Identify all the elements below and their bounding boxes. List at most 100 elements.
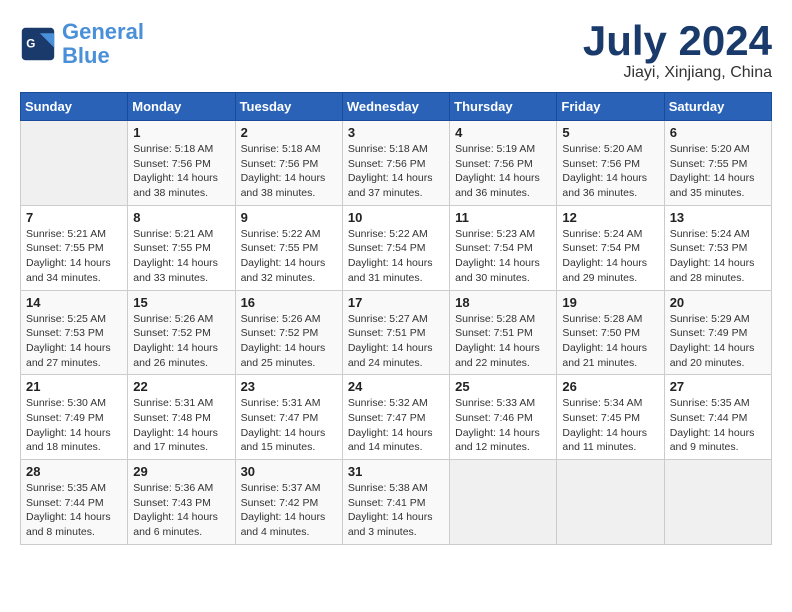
calendar-cell: 3Sunrise: 5:18 AM Sunset: 7:56 PM Daylig… <box>342 121 449 206</box>
calendar-cell: 9 Sunrise: 5:22 AM Sunset: 7:55 PM Daylig… <box>235 205 342 290</box>
day-info: Sunrise: 5:35 AM Sunset: 7:44 PM Dayligh… <box>670 396 766 455</box>
day-info: Sunrise: 5:19 AM Sunset: 7:56 PM Dayligh… <box>455 142 551 201</box>
day-number: 1 <box>133 125 229 140</box>
day-info: Sunrise: 5:24 AM Sunset: 7:54 PM Dayligh… <box>562 227 658 286</box>
logo-blue: Blue <box>62 43 110 68</box>
logo-icon: G <box>20 26 56 62</box>
day-info: Sunrise: 5:35 AM Sunset: 7:44 PM Dayligh… <box>26 481 122 540</box>
calendar-cell: 11Sunrise: 5:23 AM Sunset: 7:54 PM Dayli… <box>450 205 557 290</box>
page-header: G General Blue July 2024 Jiayi, Xinjiang… <box>20 20 772 82</box>
calendar-week-row: 21 Sunrise: 5:30 AM Sunset: 7:49 PM Dayli… <box>21 375 772 460</box>
calendar-cell <box>664 460 771 545</box>
day-number: 10 <box>348 210 444 225</box>
day-number: 17 <box>348 295 444 310</box>
calendar-cell: 14 Sunrise: 5:25 AM Sunset: 7:53 PM Dayli… <box>21 290 128 375</box>
calendar-week-row: 14 Sunrise: 5:25 AM Sunset: 7:53 PM Dayli… <box>21 290 772 375</box>
calendar-cell: 23 Sunrise: 5:31 AM Sunset: 7:47 PM Dayli… <box>235 375 342 460</box>
day-info: Sunrise: 5:28 AM Sunset: 7:51 PM Dayligh… <box>455 312 551 371</box>
day-number: 26 <box>562 379 658 394</box>
calendar-cell: 1 Sunrise: 5:18 AM Sunset: 7:56 PM Daylig… <box>128 121 235 206</box>
weekday-header: Sunday <box>21 93 128 121</box>
calendar-cell: 18 Sunrise: 5:28 AM Sunset: 7:51 PM Dayli… <box>450 290 557 375</box>
day-number: 7 <box>26 210 122 225</box>
calendar-cell: 2 Sunrise: 5:18 AM Sunset: 7:56 PM Daylig… <box>235 121 342 206</box>
day-info: Sunrise: 5:32 AM Sunset: 7:47 PM Dayligh… <box>348 396 444 455</box>
calendar-cell: 20Sunrise: 5:29 AM Sunset: 7:49 PM Dayli… <box>664 290 771 375</box>
day-info: Sunrise: 5:18 AM Sunset: 7:56 PM Dayligh… <box>241 142 337 201</box>
day-number: 19 <box>562 295 658 310</box>
calendar-cell: 29 Sunrise: 5:36 AM Sunset: 7:43 PM Dayli… <box>128 460 235 545</box>
calendar-header: SundayMondayTuesdayWednesdayThursdayFrid… <box>21 93 772 121</box>
day-info: Sunrise: 5:37 AM Sunset: 7:42 PM Dayligh… <box>241 481 337 540</box>
logo: G General Blue <box>20 20 144 68</box>
day-info: Sunrise: 5:38 AM Sunset: 7:41 PM Dayligh… <box>348 481 444 540</box>
day-info: Sunrise: 5:30 AM Sunset: 7:49 PM Dayligh… <box>26 396 122 455</box>
calendar-cell: 22 Sunrise: 5:31 AM Sunset: 7:48 PM Dayli… <box>128 375 235 460</box>
day-number: 13 <box>670 210 766 225</box>
calendar-cell: 19 Sunrise: 5:28 AM Sunset: 7:50 PM Dayli… <box>557 290 664 375</box>
weekday-header: Monday <box>128 93 235 121</box>
calendar-cell: 30 Sunrise: 5:37 AM Sunset: 7:42 PM Dayli… <box>235 460 342 545</box>
calendar-cell: 21 Sunrise: 5:30 AM Sunset: 7:49 PM Dayli… <box>21 375 128 460</box>
logo-general: General <box>62 19 144 44</box>
day-info: Sunrise: 5:29 AM Sunset: 7:49 PM Dayligh… <box>670 312 766 371</box>
day-info: Sunrise: 5:26 AM Sunset: 7:52 PM Dayligh… <box>241 312 337 371</box>
day-number: 15 <box>133 295 229 310</box>
day-info: Sunrise: 5:22 AM Sunset: 7:54 PM Dayligh… <box>348 227 444 286</box>
calendar-week-row: 1 Sunrise: 5:18 AM Sunset: 7:56 PM Daylig… <box>21 121 772 206</box>
calendar-cell: 13 Sunrise: 5:24 AM Sunset: 7:53 PM Dayli… <box>664 205 771 290</box>
day-info: Sunrise: 5:21 AM Sunset: 7:55 PM Dayligh… <box>26 227 122 286</box>
day-info: Sunrise: 5:31 AM Sunset: 7:48 PM Dayligh… <box>133 396 229 455</box>
day-number: 22 <box>133 379 229 394</box>
calendar-week-row: 7 Sunrise: 5:21 AM Sunset: 7:55 PM Daylig… <box>21 205 772 290</box>
day-number: 9 <box>241 210 337 225</box>
day-number: 2 <box>241 125 337 140</box>
day-info: Sunrise: 5:31 AM Sunset: 7:47 PM Dayligh… <box>241 396 337 455</box>
weekday-header: Thursday <box>450 93 557 121</box>
day-number: 31 <box>348 464 444 479</box>
day-number: 3 <box>348 125 444 140</box>
day-info: Sunrise: 5:25 AM Sunset: 7:53 PM Dayligh… <box>26 312 122 371</box>
day-number: 23 <box>241 379 337 394</box>
calendar-cell: 12 Sunrise: 5:24 AM Sunset: 7:54 PM Dayli… <box>557 205 664 290</box>
day-info: Sunrise: 5:28 AM Sunset: 7:50 PM Dayligh… <box>562 312 658 371</box>
day-number: 18 <box>455 295 551 310</box>
month-title: July 2024 <box>583 20 772 62</box>
day-info: Sunrise: 5:27 AM Sunset: 7:51 PM Dayligh… <box>348 312 444 371</box>
day-info: Sunrise: 5:20 AM Sunset: 7:56 PM Dayligh… <box>562 142 658 201</box>
day-number: 29 <box>133 464 229 479</box>
calendar-cell: 15Sunrise: 5:26 AM Sunset: 7:52 PM Dayli… <box>128 290 235 375</box>
weekday-header: Saturday <box>664 93 771 121</box>
location: Jiayi, Xinjiang, China <box>583 64 772 82</box>
weekday-header: Tuesday <box>235 93 342 121</box>
day-info: Sunrise: 5:20 AM Sunset: 7:55 PM Dayligh… <box>670 142 766 201</box>
title-block: July 2024 Jiayi, Xinjiang, China <box>583 20 772 82</box>
day-info: Sunrise: 5:22 AM Sunset: 7:55 PM Dayligh… <box>241 227 337 286</box>
calendar-cell: 16 Sunrise: 5:26 AM Sunset: 7:52 PM Dayli… <box>235 290 342 375</box>
day-number: 30 <box>241 464 337 479</box>
calendar-body: 1 Sunrise: 5:18 AM Sunset: 7:56 PM Daylig… <box>21 121 772 545</box>
calendar-cell: 27Sunrise: 5:35 AM Sunset: 7:44 PM Dayli… <box>664 375 771 460</box>
weekday-header: Friday <box>557 93 664 121</box>
day-number: 14 <box>26 295 122 310</box>
day-info: Sunrise: 5:36 AM Sunset: 7:43 PM Dayligh… <box>133 481 229 540</box>
day-info: Sunrise: 5:18 AM Sunset: 7:56 PM Dayligh… <box>133 142 229 201</box>
calendar-cell: 31 Sunrise: 5:38 AM Sunset: 7:41 PM Dayli… <box>342 460 449 545</box>
day-number: 25 <box>455 379 551 394</box>
calendar-cell: 7 Sunrise: 5:21 AM Sunset: 7:55 PM Daylig… <box>21 205 128 290</box>
day-info: Sunrise: 5:24 AM Sunset: 7:53 PM Dayligh… <box>670 227 766 286</box>
day-number: 16 <box>241 295 337 310</box>
calendar-cell: 4Sunrise: 5:19 AM Sunset: 7:56 PM Daylig… <box>450 121 557 206</box>
calendar-cell <box>21 121 128 206</box>
svg-text:G: G <box>26 38 35 51</box>
logo-text: General Blue <box>62 20 144 68</box>
day-number: 12 <box>562 210 658 225</box>
day-number: 5 <box>562 125 658 140</box>
calendar-cell: 10 Sunrise: 5:22 AM Sunset: 7:54 PM Dayli… <box>342 205 449 290</box>
day-number: 21 <box>26 379 122 394</box>
day-number: 28 <box>26 464 122 479</box>
day-info: Sunrise: 5:21 AM Sunset: 7:55 PM Dayligh… <box>133 227 229 286</box>
header-row: SundayMondayTuesdayWednesdayThursdayFrid… <box>21 93 772 121</box>
calendar-cell: 6Sunrise: 5:20 AM Sunset: 7:55 PM Daylig… <box>664 121 771 206</box>
weekday-header: Wednesday <box>342 93 449 121</box>
